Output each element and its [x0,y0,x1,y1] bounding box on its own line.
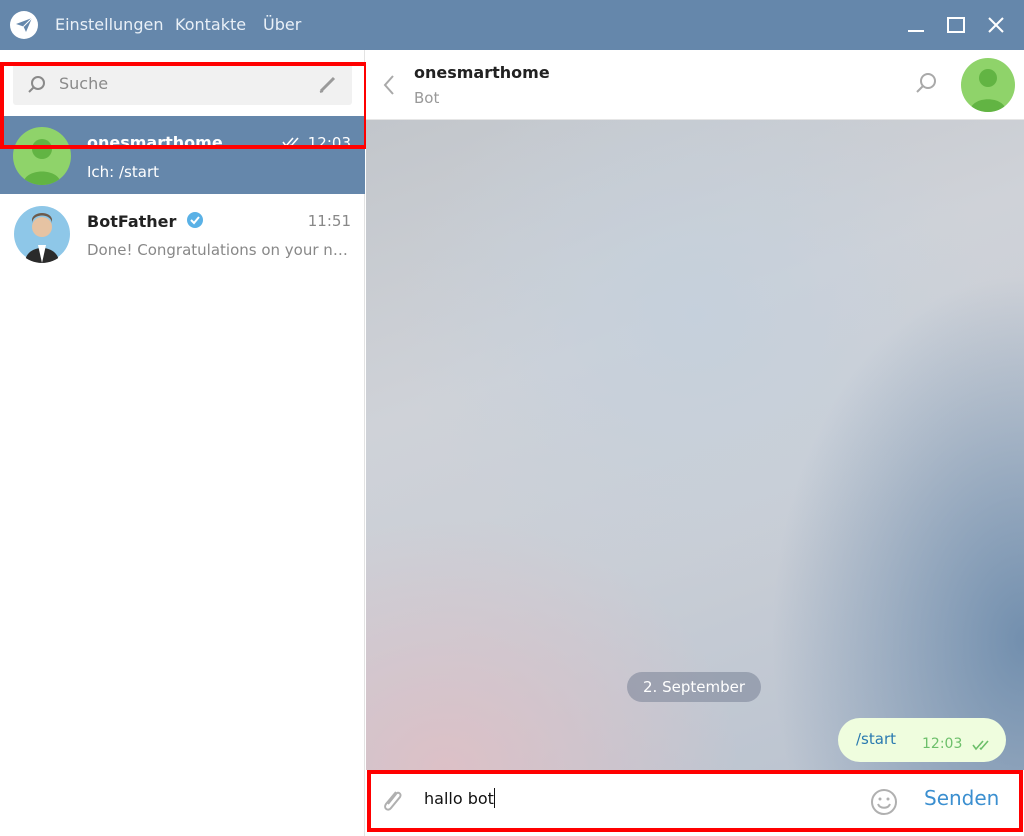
message-input[interactable]: hallo bot [424,788,495,808]
chat-item-onesmarthome[interactable]: onesmarthome 12:03 Ich: /start [0,116,365,194]
chat-time: 12:03 [282,134,351,152]
double-check-icon [972,736,994,755]
chat-time-text: 12:03 [307,134,351,152]
chat-name: BotFather [87,211,204,231]
send-button[interactable]: Senden [924,786,999,810]
outgoing-message[interactable]: /start 12:03 [838,718,1006,762]
search-input[interactable]: Suche [59,74,108,93]
peer-name: onesmarthome [414,63,550,82]
chat-preview: Ich: /start [87,163,159,181]
menu-about[interactable]: Über [263,15,301,34]
telegram-logo-icon [10,11,38,39]
double-check-icon [282,137,299,148]
minimize-button[interactable] [903,12,929,38]
compose-pencil-icon[interactable] [318,74,338,98]
peer-avatar[interactable] [961,58,1015,112]
search-icon [27,75,47,99]
composer: hallo bot Senden [366,770,1024,836]
message-text: /start [856,730,896,748]
chat-list-panel: Suche onesmarthome 12:03 Ich: /start Bot [0,50,365,836]
chat-name: onesmarthome [87,133,223,152]
message-area: 2. September /start 12:03 [366,120,1024,770]
verified-badge-icon [186,212,203,228]
conversation-header: onesmarthome Bot [366,50,1024,120]
avatar [13,127,71,185]
chat-item-botfather[interactable]: BotFather 11:51 Done! Congratulations on… [0,194,365,272]
conversation-panel: onesmarthome Bot 2. September /start 12:… [366,50,1024,836]
attach-paperclip-icon[interactable] [378,786,406,820]
menu-settings[interactable]: Einstellungen [55,15,163,34]
close-button[interactable] [983,12,1009,38]
title-bar: Einstellungen Kontakte Über [0,0,1024,50]
text-caret [493,788,495,808]
chat-preview: Done! Congratulations on your new bot. Y… [87,241,351,259]
chat-time: 11:51 [307,212,351,230]
chat-name-text: BotFather [87,212,177,231]
emoji-icon[interactable] [870,788,898,820]
search-field[interactable]: Suche [13,63,352,105]
date-separator: 2. September [627,672,761,702]
peer-status: Bot [414,89,440,107]
avatar [13,205,71,263]
message-input-value: hallo bot [424,789,494,808]
back-arrow-icon[interactable] [382,73,396,101]
maximize-button[interactable] [943,12,969,38]
message-time: 12:03 [922,736,963,752]
search-icon[interactable] [914,72,938,100]
menu-contacts[interactable]: Kontakte [175,15,246,34]
